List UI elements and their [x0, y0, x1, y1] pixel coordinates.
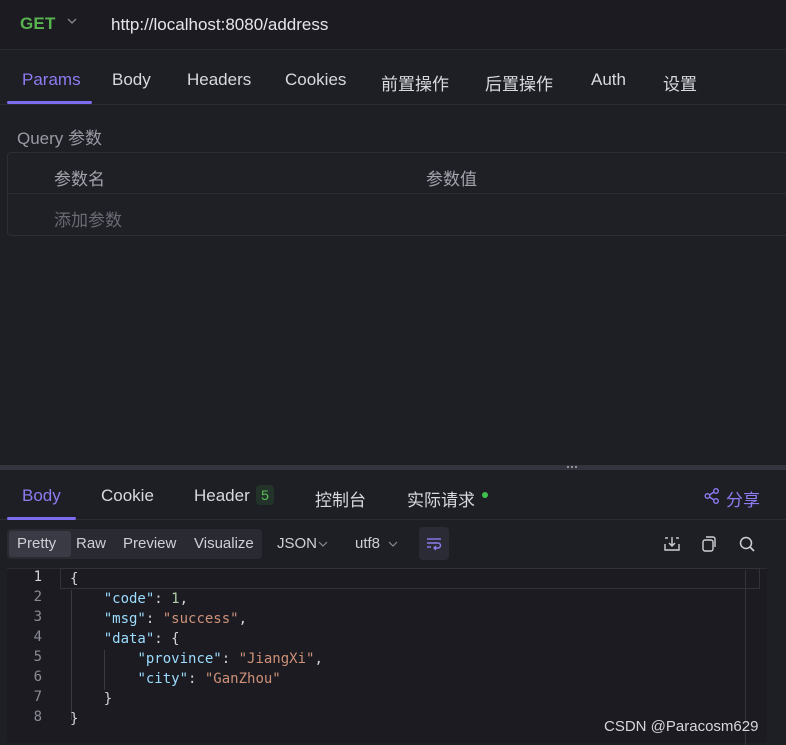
view-pretty[interactable]: Pretty [17, 535, 56, 552]
json-punctuation [70, 611, 104, 627]
line-number: 6 [33, 669, 42, 685]
json-key: "data" [103, 631, 155, 647]
status-dot [482, 492, 488, 498]
watermark: CSDN @Paracosm629 [604, 718, 759, 735]
url-bar: GET http://localhost:8080/address [0, 0, 786, 50]
line-number: 2 [33, 589, 42, 605]
json-string: "JiangXi" [238, 651, 315, 667]
params-table-header: 参数名 参数值 [8, 153, 786, 194]
drag-handle-icon[interactable] [565, 465, 579, 469]
code-line: "city": "GanZhou" [70, 669, 281, 689]
json-punctuation: , [238, 611, 248, 627]
tab-settings[interactable]: 设置 [663, 70, 697, 95]
active-response-tab-indicator [7, 517, 76, 520]
search-icon[interactable] [738, 535, 756, 553]
tab-pre-operations[interactable]: 前置操作 [381, 70, 449, 95]
request-tabs: Params Body Headers Cookies 前置操作 后置操作 Au… [0, 52, 786, 105]
json-string: "success" [162, 611, 239, 627]
json-punctuation: , [314, 651, 323, 667]
encoding-select[interactable]: utf8 [355, 535, 380, 552]
json-number: 1 [171, 591, 180, 607]
json-key: "code" [103, 591, 155, 607]
json-punctuation [70, 631, 104, 647]
json-punctuation [70, 651, 137, 667]
tab-response-body[interactable]: Body [22, 486, 61, 506]
column-param-name: 参数名 [54, 170, 105, 189]
line-number: 3 [33, 609, 42, 625]
json-punctuation [70, 591, 104, 607]
json-punctuation [70, 671, 137, 687]
code-line: { [70, 569, 78, 589]
json-punctuation: } [70, 711, 79, 727]
json-punctuation: : [221, 651, 239, 667]
view-preview[interactable]: Preview [123, 535, 176, 552]
json-punctuation: { [70, 571, 79, 587]
code-line: "data": { [70, 629, 180, 649]
tab-actual-request[interactable]: 实际请求 [407, 486, 475, 511]
tab-response-cookie[interactable]: Cookie [101, 486, 154, 506]
share-icon[interactable] [703, 487, 721, 505]
line-number: 4 [33, 629, 42, 645]
line-number: 7 [33, 689, 42, 705]
wrap-icon [427, 538, 442, 551]
format-select[interactable]: JSON [277, 535, 317, 552]
json-key: "city" [137, 671, 189, 687]
query-params-label: Query 参数 [17, 129, 103, 148]
line-number: 1 [33, 569, 42, 585]
json-punctuation: } [70, 691, 113, 707]
json-punctuation: : { [154, 631, 180, 647]
view-visualize[interactable]: Visualize [194, 535, 254, 552]
chevron-down-icon[interactable] [388, 539, 398, 549]
line-number: 5 [33, 649, 42, 665]
view-raw[interactable]: Raw [76, 535, 106, 552]
json-key: "province" [137, 651, 222, 667]
code-line: } [70, 709, 78, 729]
tab-headers[interactable]: Headers [187, 70, 251, 90]
method-select[interactable]: GET [20, 14, 56, 34]
params-table: 参数名 参数值 添加参数 [7, 152, 786, 236]
tab-params[interactable]: Params [22, 70, 81, 90]
tab-auth[interactable]: Auth [591, 70, 626, 90]
header-count-badge: 5 [256, 485, 274, 505]
chevron-down-icon[interactable] [67, 16, 77, 26]
current-line-highlight [60, 568, 760, 589]
column-param-value: 参数值 [426, 170, 477, 189]
json-punctuation: : [188, 671, 205, 687]
active-tab-indicator [7, 101, 92, 104]
tab-console[interactable]: 控制台 [315, 486, 366, 511]
json-string: "GanZhou" [204, 671, 281, 687]
json-punctuation: : [145, 611, 163, 627]
chevron-down-icon[interactable] [318, 539, 328, 549]
tab-body[interactable]: Body [112, 70, 151, 90]
tab-post-operations[interactable]: 后置操作 [485, 70, 553, 95]
tab-response-header[interactable]: Header [194, 486, 250, 506]
download-icon[interactable] [663, 535, 681, 553]
copy-icon[interactable] [700, 535, 718, 553]
tab-cookies[interactable]: Cookies [285, 70, 346, 90]
json-key: "msg" [103, 611, 146, 627]
response-tabs: Body Cookie Header 5 控制台 实际请求 分享 [0, 470, 786, 520]
view-mode-toggle: Pretty Raw Preview Visualize [7, 529, 262, 559]
code-line: "code": 1, [70, 589, 188, 609]
code-line: "province": "JiangXi", [70, 649, 323, 669]
json-punctuation: , [179, 591, 189, 607]
word-wrap-button[interactable] [419, 527, 449, 560]
line-number: 8 [33, 709, 42, 725]
code-line: "msg": "success", [70, 609, 247, 629]
code-line: } [70, 689, 112, 709]
add-param-input[interactable]: 添加参数 [54, 206, 122, 231]
json-punctuation: : [154, 591, 172, 607]
url-input[interactable]: http://localhost:8080/address [111, 15, 328, 35]
share-button[interactable]: 分享 [726, 486, 760, 511]
